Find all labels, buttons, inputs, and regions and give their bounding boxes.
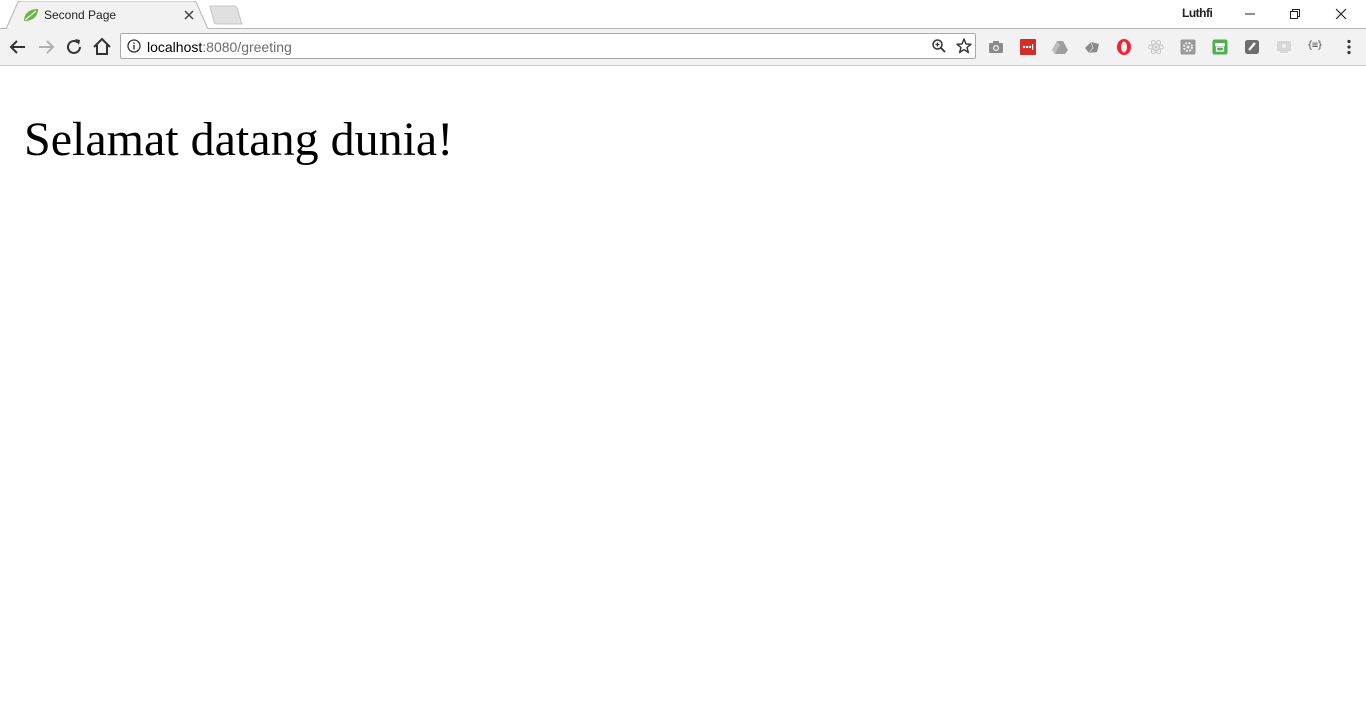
minimize-icon bbox=[1245, 13, 1255, 15]
tab-close-icon[interactable] bbox=[182, 8, 196, 22]
cast-icon[interactable] bbox=[1275, 38, 1293, 56]
react-icon[interactable] bbox=[1147, 38, 1165, 56]
new-tab-button[interactable] bbox=[206, 5, 246, 25]
address-bar[interactable]: localhost:8080/greeting bbox=[120, 33, 976, 59]
bookmark-star-icon[interactable] bbox=[955, 37, 973, 55]
back-arrow-icon bbox=[9, 40, 25, 54]
eye-icon[interactable] bbox=[1083, 38, 1101, 56]
restore-button[interactable] bbox=[1272, 0, 1318, 28]
close-window-button[interactable] bbox=[1318, 0, 1364, 28]
info-icon[interactable] bbox=[127, 39, 141, 53]
browser-toolbar: localhost:8080/greeting {≡} bbox=[0, 29, 1366, 66]
json-icon[interactable]: {≡} bbox=[1307, 40, 1323, 51]
green-square-icon[interactable] bbox=[1211, 38, 1229, 56]
page-viewport: Selamat datang dunia! bbox=[0, 66, 1366, 728]
gear-icon[interactable] bbox=[1179, 38, 1197, 56]
restore-icon bbox=[1290, 9, 1300, 19]
opera-icon[interactable] bbox=[1115, 38, 1133, 56]
spring-leaf-icon bbox=[22, 7, 40, 23]
forward-button[interactable] bbox=[35, 36, 57, 58]
zoom-icon[interactable] bbox=[931, 38, 947, 54]
page-heading: Selamat datang dunia! bbox=[24, 113, 454, 166]
notebook-icon[interactable] bbox=[1243, 38, 1261, 56]
forward-arrow-icon bbox=[39, 40, 55, 54]
url-host: localhost bbox=[147, 39, 203, 55]
tab-title: Second Page bbox=[44, 8, 117, 22]
menu-dots-icon[interactable] bbox=[1340, 38, 1358, 56]
camera-icon[interactable] bbox=[987, 38, 1005, 56]
profile-name[interactable]: Luthfi bbox=[1182, 6, 1213, 20]
home-icon bbox=[93, 37, 111, 55]
home-button[interactable] bbox=[91, 36, 113, 58]
lastpass-icon[interactable] bbox=[1019, 38, 1037, 56]
minimize-button[interactable] bbox=[1227, 0, 1273, 28]
reload-button[interactable] bbox=[63, 36, 85, 58]
tab-second-page[interactable]: Second Page bbox=[6, 1, 208, 29]
url-text[interactable]: localhost:8080/greeting bbox=[147, 39, 292, 55]
close-icon bbox=[1335, 8, 1347, 20]
tab-strip: Second Page Luthfi bbox=[0, 0, 1366, 29]
back-button[interactable] bbox=[7, 36, 29, 58]
drive-icon[interactable] bbox=[1051, 38, 1069, 56]
reload-icon bbox=[67, 39, 81, 54]
url-path: :8080/greeting bbox=[202, 39, 292, 55]
